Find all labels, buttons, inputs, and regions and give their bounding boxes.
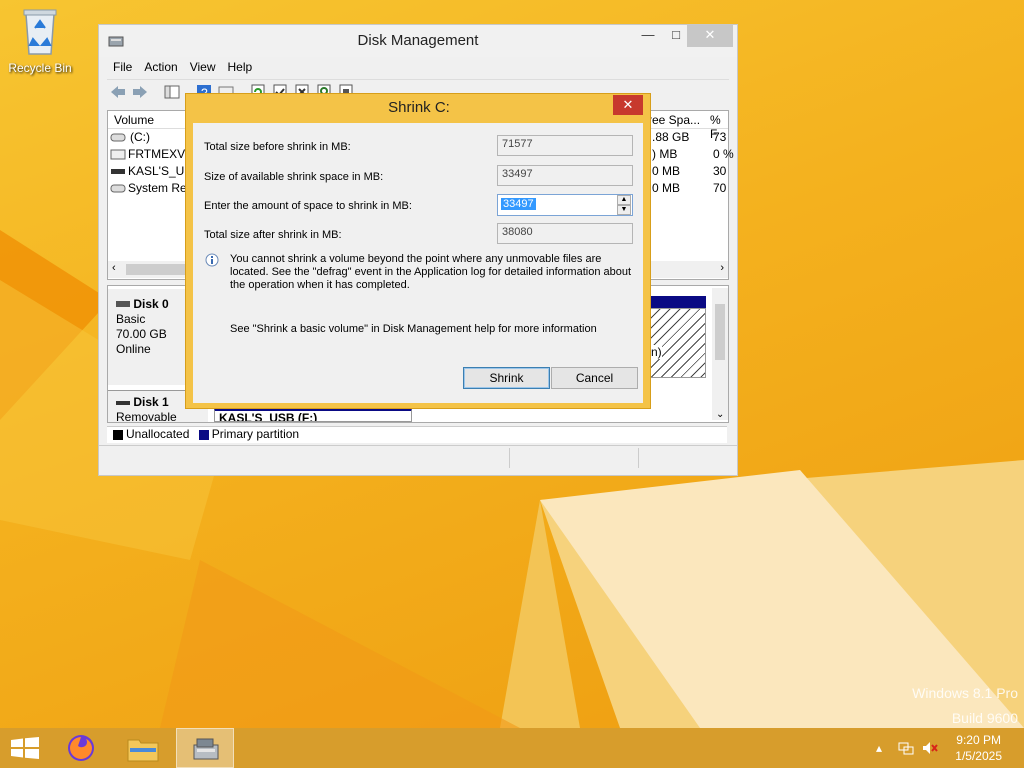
taskbar: ▴ 9:20 PM 1/5/2025 xyxy=(0,728,1024,768)
scroll-down-icon[interactable]: ⌄ xyxy=(716,409,724,420)
scroll-right-icon[interactable]: › xyxy=(720,262,724,274)
shrink-button[interactable]: Shrink xyxy=(463,367,550,389)
back-arrow-icon[interactable] xyxy=(109,83,127,101)
available-space-label: Size of available shrink space in MB: xyxy=(204,171,384,183)
shrink-dialog: Shrink C: ✕ Total size before shrink in … xyxy=(185,93,651,409)
windows-watermark-edition: Windows 8.1 Pro xyxy=(912,685,1018,701)
console-tree-icon[interactable] xyxy=(163,83,181,101)
cd-drive-icon xyxy=(110,149,126,160)
primary-partition-swatch xyxy=(198,429,209,440)
shrink-info-text: You cannot shrink a volume beyond the po… xyxy=(230,253,632,291)
computer-management-icon xyxy=(193,738,219,760)
disk1-name: Disk 1 xyxy=(133,395,169,409)
total-before-label: Total size before shrink in MB: xyxy=(204,141,351,153)
recycle-bin-label: Recycle Bin xyxy=(8,61,72,75)
status-bar-pane xyxy=(509,448,639,468)
total-after-value: 38080 xyxy=(497,223,633,244)
windows-watermark-build: Build 9600 xyxy=(951,710,1018,726)
menu-view[interactable]: View xyxy=(184,57,222,77)
column-header-volume[interactable]: Volume xyxy=(114,113,154,127)
info-icon xyxy=(205,253,219,267)
total-after-label: Total size after shrink in MB: xyxy=(204,229,342,241)
menu-action[interactable]: Action xyxy=(138,57,183,77)
available-space-value: 33497 xyxy=(497,165,633,186)
vertical-scrollbar[interactable]: ⌄ xyxy=(712,288,728,420)
firefox-icon xyxy=(68,735,94,761)
volume-free: 0 MB xyxy=(652,181,681,195)
legend: Unallocated Primary partition xyxy=(107,426,727,443)
unallocated-swatch xyxy=(113,429,123,440)
scroll-left-icon[interactable]: ‹ xyxy=(112,262,116,274)
volume-free: .88 GB xyxy=(652,130,690,144)
volume-pct: 73 xyxy=(713,130,727,144)
drive-icon xyxy=(110,184,126,193)
usb-drive-icon xyxy=(111,169,125,174)
minimize-button[interactable]: — xyxy=(633,25,663,47)
dialog-close-button[interactable]: ✕ xyxy=(613,95,643,115)
partition-label-fragment: n) xyxy=(651,345,662,359)
disk1-type: Removable xyxy=(116,410,177,424)
shrink-amount-label: Enter the amount of space to shrink in M… xyxy=(204,200,412,212)
shrink-amount-value[interactable]: 33497 xyxy=(501,198,536,210)
clock-time: 9:20 PM xyxy=(956,733,1001,747)
legend-primary-partition: Primary partition xyxy=(211,427,300,441)
dialog-body: Total size before shrink in MB: 71577 Si… xyxy=(193,123,643,403)
volume-muted-icon[interactable] xyxy=(922,740,938,756)
column-header-free-space[interactable]: ree Spa... xyxy=(648,113,700,127)
recycle-bin[interactable]: Recycle Bin xyxy=(6,6,74,75)
show-hidden-icons-icon[interactable]: ▴ xyxy=(876,741,882,755)
firefox-taskbar-button[interactable] xyxy=(52,728,110,768)
shrink-amount-input[interactable]: 33497 ▲ ▼ xyxy=(497,194,633,216)
window-titlebar[interactable]: Disk Management — □ ✕ xyxy=(99,25,737,57)
volume-free: ) MB xyxy=(652,147,678,161)
dialog-title: Shrink C: xyxy=(388,99,450,116)
clock-date: 1/5/2025 xyxy=(955,749,1002,763)
legend-unallocated: Unallocated xyxy=(126,427,190,441)
total-before-value: 71577 xyxy=(497,135,633,156)
shrink-help-text: See "Shrink a basic volume" in Disk Mana… xyxy=(230,323,597,335)
file-explorer-taskbar-button[interactable] xyxy=(114,728,172,768)
volume-pct: 0 % xyxy=(713,147,734,161)
vertical-scroll-thumb[interactable] xyxy=(715,304,725,360)
spin-up-button[interactable]: ▲ xyxy=(617,195,631,205)
menu-file[interactable]: File xyxy=(107,57,138,77)
volume-pct: 30 xyxy=(713,164,727,178)
taskbar-clock[interactable]: 9:20 PM 1/5/2025 xyxy=(955,732,1002,764)
window-close-button[interactable]: ✕ xyxy=(687,25,733,47)
disk0-name: Disk 0 xyxy=(133,297,169,311)
volume-name: KASL'S_US xyxy=(128,164,193,178)
system-partition-block[interactable]: n) xyxy=(650,308,706,378)
volume-name: (C:) xyxy=(130,130,150,144)
folder-icon xyxy=(127,739,159,762)
primary-partition-bar xyxy=(650,296,706,308)
forward-arrow-icon[interactable] xyxy=(131,83,149,101)
windows-start-icon[interactable] xyxy=(11,737,39,759)
removable-disk-icon xyxy=(116,401,130,405)
menu-bar: File Action View Help xyxy=(107,57,258,79)
drive-icon xyxy=(110,133,126,142)
spin-down-button[interactable]: ▼ xyxy=(617,205,631,215)
menu-help[interactable]: Help xyxy=(222,57,259,77)
status-bar xyxy=(99,445,737,469)
volume-free: 0 MB xyxy=(652,164,681,178)
recycle-bin-icon xyxy=(23,9,57,55)
volume-pct: 70 xyxy=(713,181,727,195)
disk-management-taskbar-button[interactable] xyxy=(176,728,234,768)
disk-icon xyxy=(116,301,130,307)
volume-name: System Res xyxy=(128,181,193,195)
disk1-volume-block[interactable]: KASL'S_USB (F:) xyxy=(214,408,412,422)
cancel-button[interactable]: Cancel xyxy=(551,367,638,389)
network-icon[interactable] xyxy=(898,740,914,756)
